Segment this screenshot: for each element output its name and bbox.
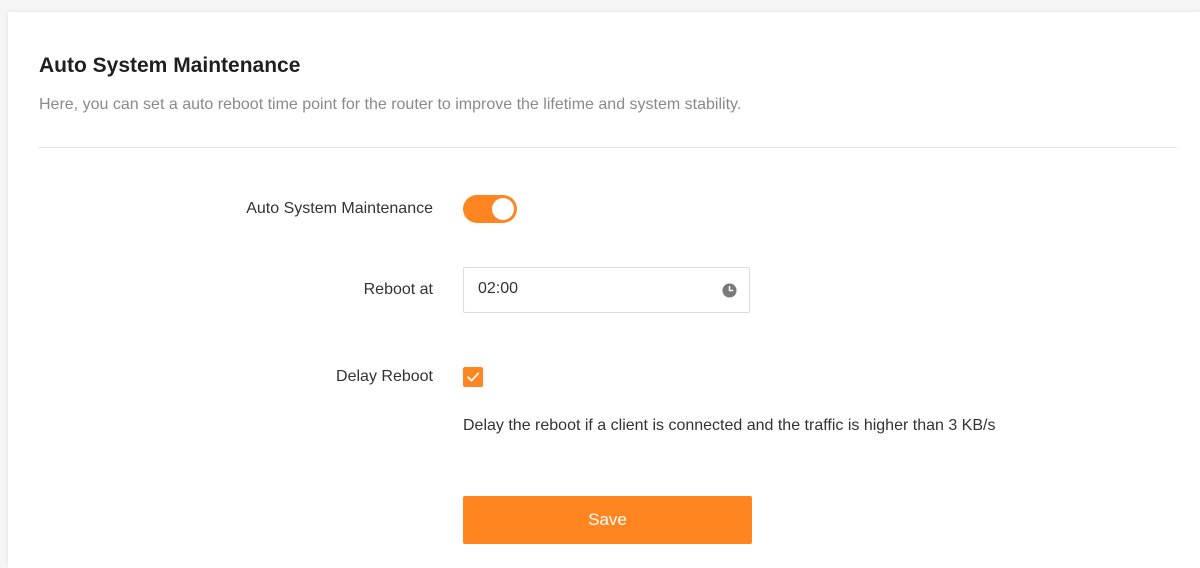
delay-reboot-hint: Delay the reboot if a client is connecte… — [463, 417, 996, 434]
delay-reboot-checkbox[interactable] — [463, 367, 483, 387]
reboot-time-input[interactable] — [478, 280, 708, 298]
delay-reboot-label: Delay Reboot — [336, 368, 433, 385]
checkmark-icon — [467, 372, 480, 382]
save-button[interactable]: Save — [463, 496, 752, 544]
divider — [38, 147, 1177, 148]
reboot-at-label: Reboot at — [363, 281, 433, 298]
section-title: Auto System Maintenance — [39, 54, 301, 77]
toggle-knob — [492, 198, 514, 220]
clock-icon[interactable] — [722, 283, 737, 298]
auto-maintenance-toggle[interactable] — [463, 195, 517, 223]
page: Auto System Maintenance Here, you can se… — [0, 0, 1200, 568]
reboot-time-field[interactable] — [463, 267, 750, 313]
auto-maintenance-label: Auto System Maintenance — [246, 200, 433, 217]
settings-card: Auto System Maintenance Here, you can se… — [8, 12, 1200, 568]
section-description: Here, you can set a auto reboot time poi… — [39, 96, 742, 113]
